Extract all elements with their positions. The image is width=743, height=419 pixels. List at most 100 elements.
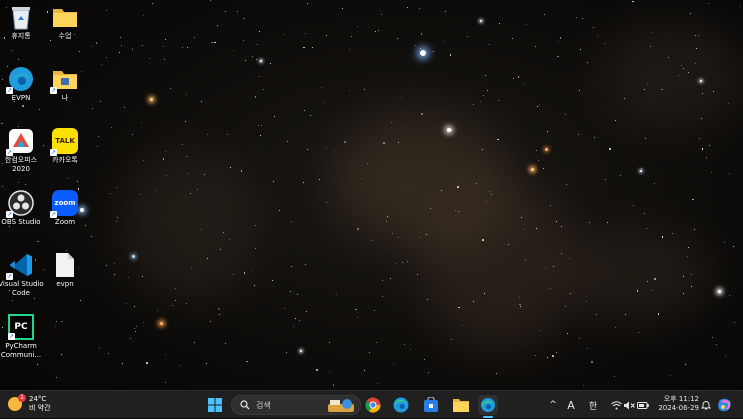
star xyxy=(604,178,606,180)
star xyxy=(520,305,522,307)
notification-bell-icon[interactable] xyxy=(700,391,712,419)
start-button[interactable] xyxy=(205,395,225,415)
desktop-icon-evpn-shortcut[interactable]: ↗ EVPN xyxy=(0,66,44,103)
star xyxy=(227,133,229,135)
volume-muted-icon[interactable] xyxy=(622,391,636,419)
desktop-icon-label: OBS Studio xyxy=(1,218,41,226)
desktop-icon-me-folder[interactable]: ↗ 나 xyxy=(42,66,88,103)
star xyxy=(211,41,213,44)
star xyxy=(170,87,172,89)
star xyxy=(254,96,257,98)
star xyxy=(80,300,82,301)
star xyxy=(140,193,141,195)
bright-star xyxy=(718,290,721,293)
wifi-icon[interactable] xyxy=(609,391,623,419)
desktop-icon-kakaotalk[interactable]: TALK ↗ 카카오톡 xyxy=(42,128,88,165)
star xyxy=(592,26,595,29)
star xyxy=(482,239,484,241)
star xyxy=(392,363,394,364)
star xyxy=(200,100,202,102)
star xyxy=(406,6,408,8)
star xyxy=(101,63,103,65)
desktop-icon-evpn-file[interactable]: evpn xyxy=(42,252,88,289)
desktop-icon-pycharm[interactable]: PC ↗ PyCharm Communi... xyxy=(0,314,44,360)
star xyxy=(190,192,191,194)
star xyxy=(129,337,131,339)
edge-icon xyxy=(393,397,409,413)
star xyxy=(251,270,253,272)
ime-mode-a[interactable]: A xyxy=(564,391,578,419)
star xyxy=(344,141,346,143)
star xyxy=(165,39,167,41)
star xyxy=(669,374,671,376)
star xyxy=(596,314,597,316)
star xyxy=(425,233,427,235)
star xyxy=(654,182,656,184)
star xyxy=(569,292,571,294)
star xyxy=(185,156,187,157)
star xyxy=(333,150,335,151)
star xyxy=(37,364,39,366)
tray-overflow-chevron[interactable]: ^ xyxy=(546,391,560,419)
star xyxy=(458,306,460,309)
star xyxy=(692,198,694,201)
desktop-icon-recycle-bin[interactable]: 휴지통 xyxy=(0,4,44,41)
star xyxy=(697,34,699,36)
star xyxy=(135,330,137,332)
star xyxy=(559,37,562,39)
taskbar-search-box[interactable]: 검색 xyxy=(231,395,361,415)
bright-star xyxy=(150,98,153,101)
search-icon xyxy=(240,400,250,410)
star xyxy=(127,277,129,279)
bright-star xyxy=(132,255,135,258)
desktop-icon-hancom-office[interactable]: ↗ 한컴오피스 2020 xyxy=(0,128,44,174)
taskbar-clock[interactable]: 오후 11:12 2024-06-29 xyxy=(653,395,699,413)
star xyxy=(582,384,584,386)
star xyxy=(115,220,118,223)
battery-icon[interactable] xyxy=(636,391,650,419)
taskbar-chrome[interactable] xyxy=(363,395,383,415)
star xyxy=(305,264,307,266)
star xyxy=(55,377,57,379)
star xyxy=(17,125,19,127)
star xyxy=(526,24,527,26)
microsoft-store-icon xyxy=(424,397,438,412)
taskbar-store[interactable] xyxy=(421,395,441,415)
star xyxy=(567,333,569,334)
taskbar-file-explorer[interactable] xyxy=(451,395,471,415)
star xyxy=(560,252,562,254)
nebula-cloud xyxy=(560,230,710,320)
star xyxy=(341,7,344,10)
zoom-icon: zoom ↗ xyxy=(50,190,78,218)
star xyxy=(205,363,207,364)
star xyxy=(157,310,159,312)
star xyxy=(61,353,63,355)
zoom-glyph: zoom xyxy=(54,198,76,207)
star xyxy=(259,76,261,78)
star xyxy=(733,321,735,323)
star xyxy=(91,236,93,238)
star xyxy=(194,341,196,343)
desktop-icon-class-folder[interactable]: 수업 xyxy=(42,4,88,41)
star xyxy=(591,361,593,363)
desktop-wallpaper: 휴지통 수업 ↗ EVPN ↗ 나 ↗ 한컴오피스 2020 TALK ↗ 카카… xyxy=(0,0,743,390)
star xyxy=(589,222,590,224)
desktop-icon-vscode[interactable]: ↗ Visual Studio Code xyxy=(0,252,44,298)
taskbar-vpn-app[interactable] xyxy=(478,395,498,415)
desktop-icon-zoom[interactable]: zoom ↗ Zoom xyxy=(42,190,88,227)
taskbar-edge[interactable] xyxy=(391,395,411,415)
star xyxy=(707,2,709,4)
bright-star xyxy=(531,168,534,171)
star xyxy=(550,204,551,206)
star xyxy=(140,121,142,123)
copilot-button[interactable] xyxy=(715,395,735,415)
star xyxy=(274,115,276,117)
star xyxy=(402,262,404,264)
desktop-icon-obs-studio[interactable]: ↗ OBS Studio xyxy=(0,190,44,227)
star xyxy=(523,228,525,230)
ime-mode-han[interactable]: 한 xyxy=(585,391,601,419)
star xyxy=(18,182,20,184)
weather-widget[interactable]: 1 24°C 비 약간 xyxy=(8,394,51,413)
star xyxy=(259,30,260,32)
kakaotalk-glyph: TALK xyxy=(55,136,75,145)
